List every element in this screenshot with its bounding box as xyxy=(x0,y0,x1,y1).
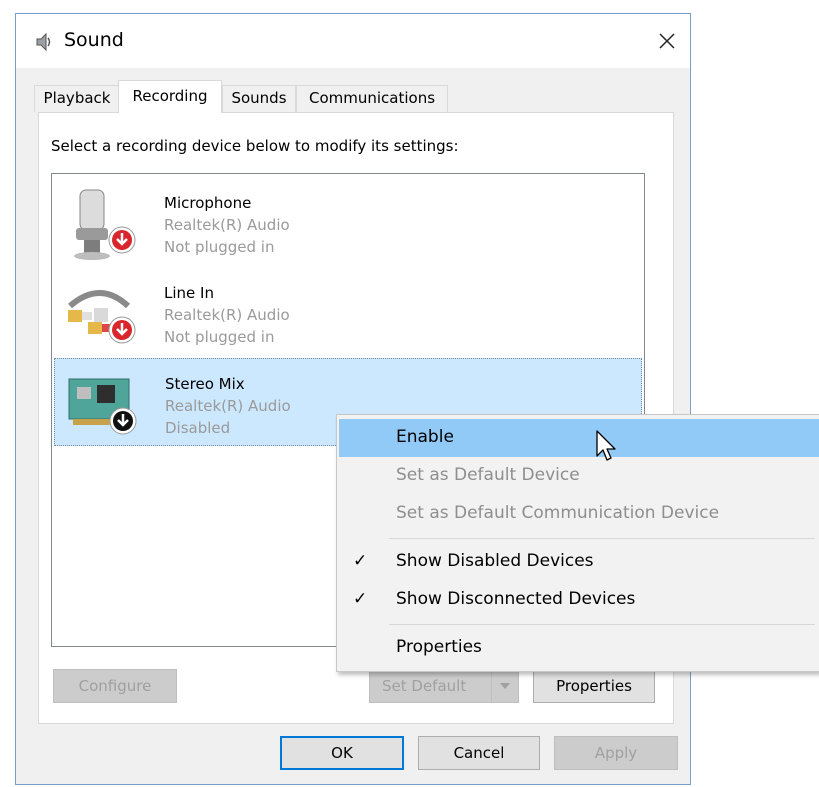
title-bar[interactable]: Sound xyxy=(16,14,690,68)
tab-sounds[interactable]: Sounds xyxy=(222,85,296,112)
sound-card-icon xyxy=(68,378,137,435)
apply-button[interactable]: Apply xyxy=(554,736,678,770)
device-name: Line In xyxy=(164,284,214,302)
menu-item-label: Set as Default Communication Device xyxy=(396,503,720,523)
device-name: Stereo Mix xyxy=(165,375,245,393)
menu-item-enable[interactable]: Enable xyxy=(339,419,819,457)
menu-item-label: Show Disconnected Devices xyxy=(396,589,636,609)
close-button[interactable] xyxy=(644,14,690,68)
cancel-button[interactable]: Cancel xyxy=(418,736,540,770)
device-line-in[interactable]: Line In Realtek(R) Audio Not plugged in xyxy=(54,268,642,356)
microphone-icon xyxy=(74,189,136,260)
device-microphone[interactable]: Microphone Realtek(R) Audio Not plugged … xyxy=(54,178,642,266)
menu-item-label: Enable xyxy=(396,427,454,447)
mouse-cursor-icon xyxy=(596,430,616,461)
menu-item-label: Properties xyxy=(396,637,482,657)
device-status: Not plugged in xyxy=(164,238,275,256)
line-in-cable-icon xyxy=(68,290,136,344)
device-status: Disabled xyxy=(165,419,231,437)
menu-item-set-default-device[interactable]: Set as Default Device xyxy=(339,457,819,495)
device-driver: Realtek(R) Audio xyxy=(164,306,290,324)
menu-item-show-disconnected-devices[interactable]: ✓ Show Disconnected Devices xyxy=(339,581,819,619)
menu-item-properties[interactable]: Properties xyxy=(339,629,819,667)
window-title: Sound xyxy=(64,29,124,51)
menu-item-label: Set as Default Device xyxy=(396,465,580,485)
checkmark-icon: ✓ xyxy=(353,551,368,571)
menu-item-label: Show Disabled Devices xyxy=(396,551,594,571)
menu-item-show-disabled-devices[interactable]: ✓ Show Disabled Devices xyxy=(339,543,819,581)
configure-button[interactable]: Configure xyxy=(53,669,177,703)
menu-item-set-default-communication-device[interactable]: Set as Default Communication Device xyxy=(339,495,819,533)
instruction-label: Select a recording device below to modif… xyxy=(51,137,459,155)
device-name: Microphone xyxy=(164,194,252,212)
set-default-button[interactable]: Set Default xyxy=(369,669,519,703)
device-driver: Realtek(R) Audio xyxy=(164,216,290,234)
tab-communications[interactable]: Communications xyxy=(296,85,448,112)
context-menu: Enable Set as Default Device Set as Defa… xyxy=(336,414,819,672)
properties-button[interactable]: Properties xyxy=(533,669,655,703)
menu-separator xyxy=(389,538,815,539)
checkmark-icon: ✓ xyxy=(353,589,368,609)
tab-recording[interactable]: Recording xyxy=(118,80,222,113)
close-icon xyxy=(659,33,675,49)
set-default-label: Set Default xyxy=(382,677,467,695)
device-status: Not plugged in xyxy=(164,328,275,346)
device-driver: Realtek(R) Audio xyxy=(165,397,291,415)
ok-button[interactable]: OK xyxy=(280,736,404,770)
menu-separator xyxy=(389,624,815,625)
speaker-icon xyxy=(36,32,51,52)
chevron-down-icon xyxy=(500,683,510,689)
set-default-dropdown[interactable] xyxy=(491,670,518,702)
tab-playback[interactable]: Playback xyxy=(34,85,120,112)
